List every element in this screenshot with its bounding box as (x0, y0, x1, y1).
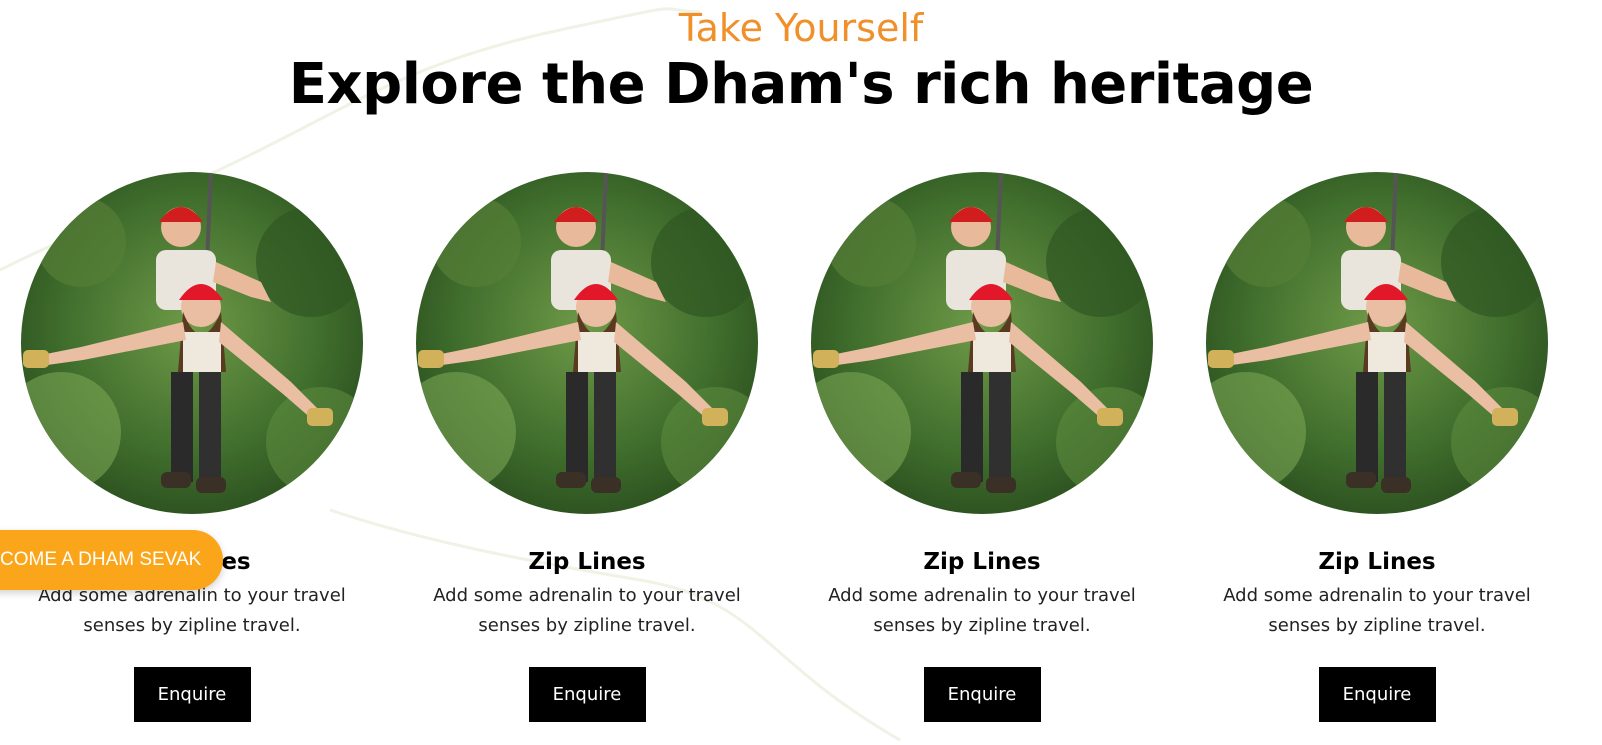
activity-card: Zip Lines Add some adrenalin to your tra… (1175, 172, 1579, 722)
enquire-button[interactable]: Enquire (528, 667, 646, 722)
activity-description: Add some adrenalin to your travel senses… (38, 585, 346, 636)
activity-title: Zip Lines (1318, 549, 1436, 575)
activity-card: Zip Lines Add some adrenalin to your tra… (385, 172, 789, 722)
enquire-button[interactable]: Enquire (923, 667, 1041, 722)
section-title: Explore the Dham's rich heritage (288, 52, 1314, 117)
activity-photo (416, 172, 758, 514)
activity-description: Add some adrenalin to your travel senses… (1223, 585, 1531, 636)
activity-card: Zip Lines Add some adrenalin to your tra… (780, 172, 1184, 722)
activity-photo (1206, 172, 1548, 514)
activity-photo (21, 172, 363, 514)
activity-title: Zip Lines (528, 549, 646, 575)
section-eyebrow: Take Yourself (678, 6, 924, 50)
activity-description: Add some adrenalin to your travel senses… (828, 585, 1136, 636)
activity-title: Zip Lines (923, 549, 1041, 575)
activity-photo (811, 172, 1153, 514)
activity-card: Zip Lines Add some adrenalin to your tra… (0, 172, 394, 722)
activity-description: Add some adrenalin to your travel senses… (433, 585, 741, 636)
enquire-button[interactable]: Enquire (1318, 667, 1436, 722)
enquire-button[interactable]: Enquire (133, 667, 251, 722)
become-sevak-button[interactable]: COME A DHAM SEVAK (0, 530, 224, 590)
